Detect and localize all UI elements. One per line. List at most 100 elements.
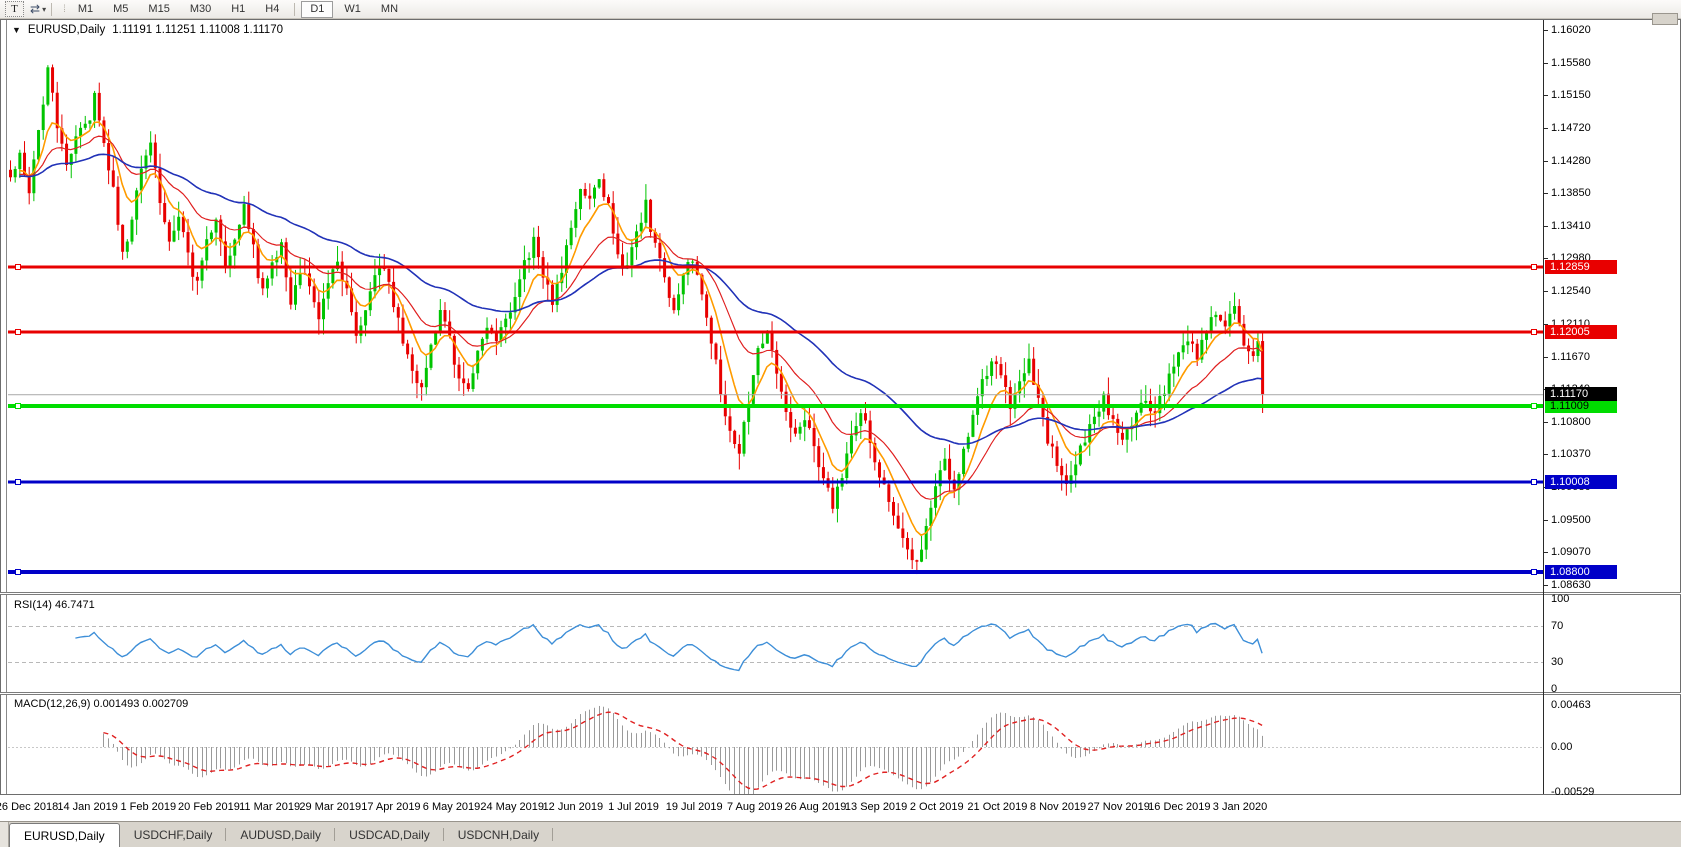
date-label: 6 May 2019 [422,801,481,813]
timeframe-button-h4[interactable]: H4 [256,1,288,18]
hline-price-label: 1.11009 [1545,399,1617,414]
date-label: 12 Jun 2019 [542,801,604,813]
toolbar-separator [294,2,296,16]
date-axis: 26 Dec 2018 14 Jan 2019 1 Feb 2019 20 Feb 2… [0,795,1681,821]
symbol-label: EURUSD,Daily [27,24,106,36]
date-label: 14 Jan 2019 [57,801,118,813]
timeframe-button-w1[interactable]: W1 [335,1,370,18]
date-label: 26 Dec 2018 [0,801,59,813]
date-label: 11 Mar 2019 [239,801,301,813]
tab-usdcad[interactable]: USDCAD,Daily [335,822,444,847]
rsi-axis-label: 30 [1551,656,1564,668]
rsi-axis-label: 0 [1551,683,1558,695]
rsi-axis-label: 100 [1551,593,1570,605]
arrange-icon: ⇄ [30,2,41,16]
price-tick-dash [1544,422,1548,424]
panel-splitter[interactable] [0,692,1681,695]
dropdown-caret-icon: ▾ [42,4,47,14]
hline-price-label: 1.12005 [1545,324,1617,339]
price-tick-label: 1.10370 [1551,448,1591,461]
price-tick-dash [1544,63,1548,65]
price-axis-line [1543,20,1544,794]
price-tick-dash [1544,519,1548,521]
top-toolbar: T ⇄ ▾ ⁞ M1 M5 M15 M30 H1 H4 D1 W1 MN [0,0,1681,19]
timeframe-button-m1[interactable]: M1 [69,1,102,18]
hline-price-label: 1.08800 [1545,565,1617,580]
symbol-dropdown-icon[interactable]: ▼ [12,25,21,35]
chart-tab-bar: EURUSD,Daily USDCHF,Daily AUDUSD,Daily USDC… [0,821,1681,847]
price-tick-dash [1544,356,1548,358]
rsi-label: RSI(14) 46.7471 [14,599,95,611]
current-price-label: 1.11170 [1545,387,1617,402]
date-label: 17 Apr 2019 [361,801,421,813]
date-label: 29 Mar 2019 [299,801,362,813]
ohlc-values: 1.11191 1.11251 1.11008 1.11170 [112,24,283,36]
toolbar-grip: ⁞ [63,3,66,15]
date-label: 1 Jul 2019 [608,801,659,813]
rsi-axis-label: 70 [1551,620,1564,632]
price-tick-dash [1544,192,1548,194]
timeframe-button-d1[interactable]: D1 [301,0,334,18]
price-tick-label: 1.08630 [1551,578,1591,591]
timeframe-button-group: M1 M5 M15 M30 H1 H4 D1 W1 MN [68,0,408,18]
date-label: 19 Jul 2019 [665,801,723,813]
main-chart-canvas[interactable] [8,20,1544,593]
price-tick-label: 1.14720 [1551,121,1591,134]
macd-axis-label: 0.00 [1551,741,1573,753]
date-label: 8 Nov 2019 [1029,801,1087,813]
date-label: 2 Oct 2019 [909,801,964,813]
price-tick-label: 1.13410 [1551,220,1591,232]
price-tick-label: 1.13850 [1551,186,1591,199]
price-tick-dash [1544,160,1548,162]
timeframe-button-h1[interactable]: H1 [222,1,254,18]
timeframe-button-m30[interactable]: M30 [181,1,220,18]
rsi-indicator-canvas[interactable] [8,596,1544,691]
price-tick-dash [1544,584,1548,586]
macd-indicator-canvas[interactable] [8,695,1544,794]
price-tick-label: 1.14280 [1551,154,1591,167]
price-tick-dash [1544,95,1548,97]
date-label: 7 Aug 2019 [726,801,783,813]
window-left-frame [6,20,7,794]
price-tick-dash [1544,127,1548,129]
price-tick-label: 1.09500 [1551,513,1591,526]
price-tick-label: 1.15150 [1551,89,1591,102]
price-tick-label: 1.16020 [1551,24,1591,36]
tab-usdcnh[interactable]: USDCNH,Daily [444,822,554,847]
text-tool-button[interactable]: T [5,1,24,17]
hline-price-label: 1.10008 [1545,474,1617,489]
panel-splitter[interactable] [0,592,1681,595]
price-tick-dash [1544,454,1548,456]
toolbar-separator [51,2,53,16]
tab-audusd[interactable]: AUDUSD,Daily [226,822,335,847]
price-tick-dash [1544,226,1548,227]
chart-scroll-button[interactable] [1652,13,1678,25]
hline-price-label: 1.12859 [1545,260,1617,275]
tab-eurusd[interactable]: EURUSD,Daily [9,823,120,847]
date-label: 26 Aug 2019 [784,801,847,813]
price-tick-label: 1.10800 [1551,416,1591,429]
macd-label: MACD(12,26,9) 0.001493 0.002709 [14,698,189,710]
timeframe-button-m15[interactable]: M15 [139,1,178,18]
date-label: 16 Dec 2019 [1148,801,1211,813]
timeframe-button-mn[interactable]: MN [372,1,407,18]
price-tick-label: 1.09070 [1551,545,1591,558]
date-label: 3 Jan 2020 [1212,801,1268,813]
price-tick-label: 1.11670 [1551,350,1590,363]
date-label: 13 Sep 2019 [844,801,908,813]
date-label: 20 Feb 2019 [178,801,240,813]
price-tick-label: 1.15580 [1551,57,1591,70]
chart-title: ▼ EURUSD,Daily 1.11191 1.11251 1.11008 1… [12,24,283,36]
macd-axis-label: 0.00463 [1551,699,1591,711]
price-tick-dash [1544,291,1548,293]
application-window: T ⇄ ▾ ⁞ M1 M5 M15 M30 H1 H4 D1 W1 MN ▼ EURUSD,Da… [0,0,1681,847]
price-tick-label: 1.12540 [1551,285,1591,298]
price-tick-dash [1544,258,1548,260]
price-tick-dash [1544,30,1548,31]
tab-usdchf[interactable]: USDCHF,Daily [120,822,227,847]
price-tick-dash [1544,551,1548,553]
arrange-charts-button[interactable]: ⇄ ▾ [30,2,46,16]
tab-scroll-strip[interactable] [0,822,9,847]
timeframe-button-m5[interactable]: M5 [104,1,137,18]
date-label: 24 May 2019 [480,801,544,813]
